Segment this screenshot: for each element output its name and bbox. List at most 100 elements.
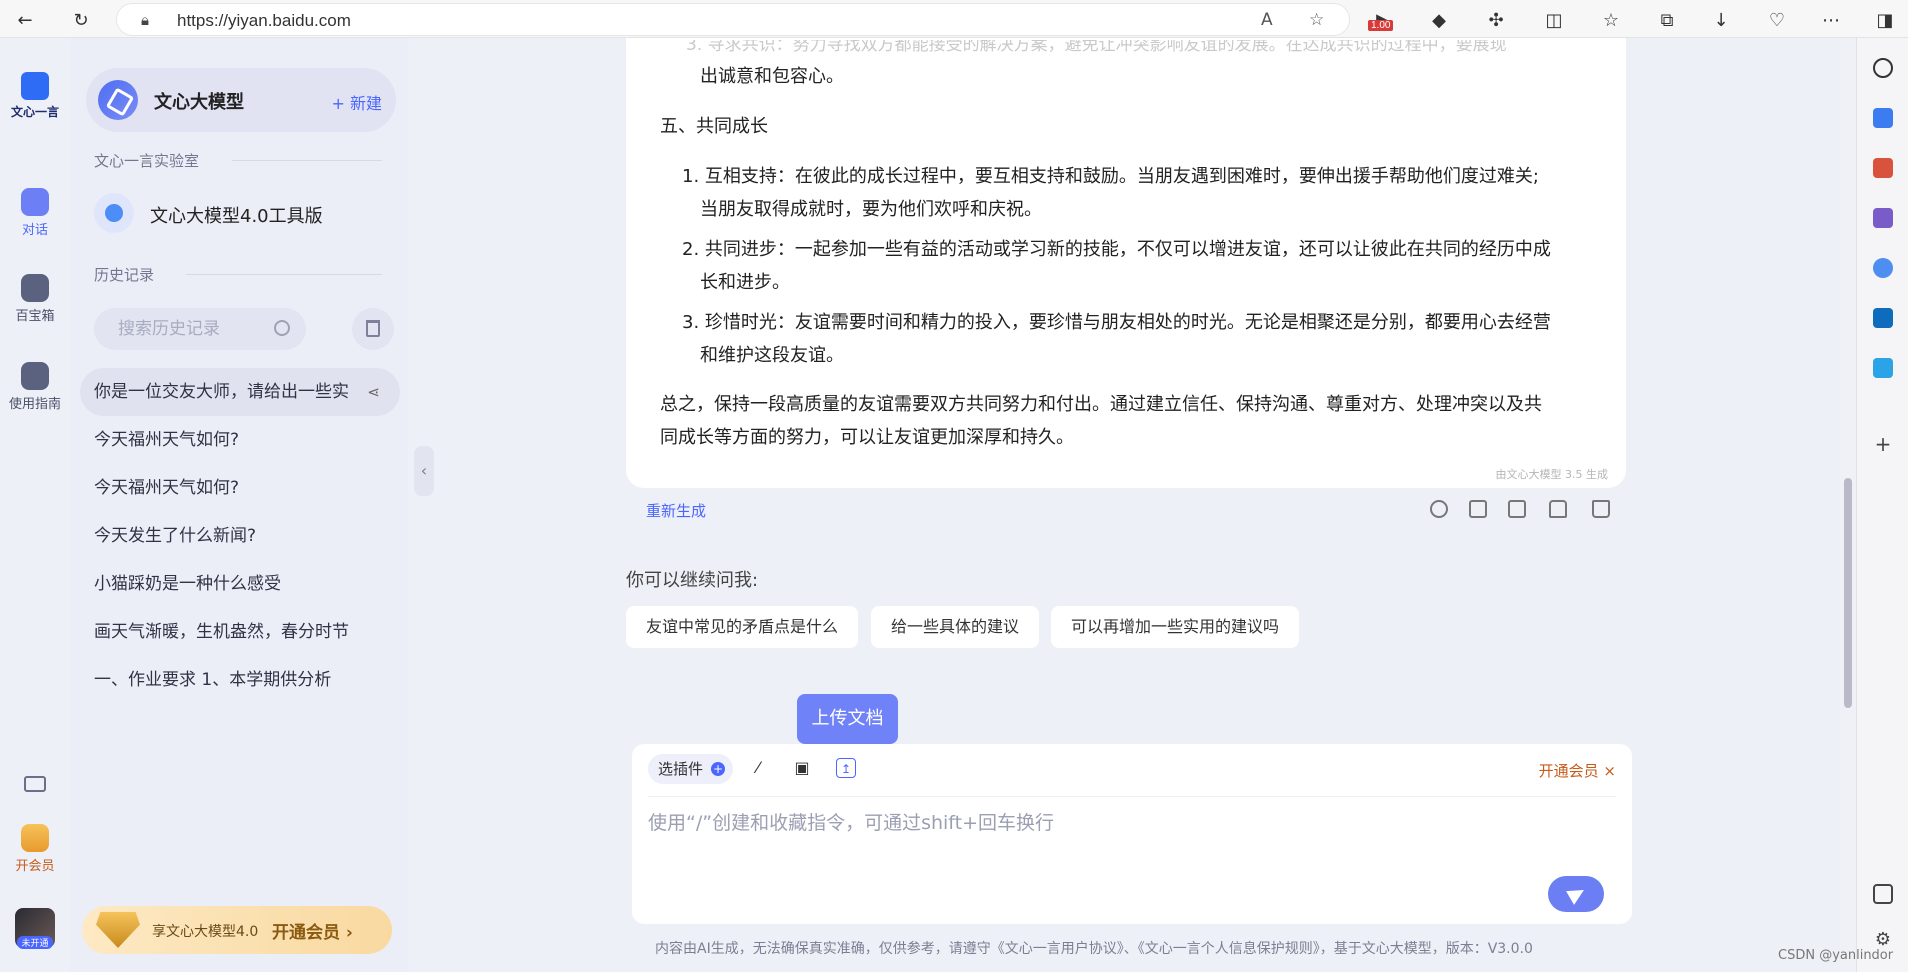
copy-icon[interactable] xyxy=(1508,500,1526,518)
command-icon[interactable]: ⁄ xyxy=(748,758,768,778)
new-chat-button[interactable]: + 新建 xyxy=(332,90,383,114)
upload-doc-icon[interactable]: ↥ xyxy=(836,758,856,778)
collections-icon[interactable]: ⧉ xyxy=(1656,9,1678,31)
answer-card: 3. 寻求共识：努力寻找双方都能接受的解决方案，避免让冲突影响友谊的发展。在达成… xyxy=(626,38,1626,488)
rail-chat[interactable]: 对话 xyxy=(0,188,70,238)
user-avatar[interactable]: 未开通 xyxy=(0,908,70,949)
history-item[interactable]: 今天福州天气如何? xyxy=(80,416,400,464)
history-item[interactable]: 一、作业要求 1、本学期供分析 xyxy=(80,656,400,704)
browser-edge-sidebar: + ⚙ xyxy=(1856,38,1908,972)
games-icon[interactable] xyxy=(1873,208,1893,228)
thumbs-up-icon[interactable] xyxy=(1549,500,1567,518)
toolbox-icon xyxy=(21,274,49,302)
rail-mail[interactable] xyxy=(0,776,70,792)
copilot-icon[interactable] xyxy=(1873,258,1893,278)
shopping-tag-icon[interactable] xyxy=(1873,108,1893,128)
image-export-icon[interactable] xyxy=(1469,500,1487,518)
favorite-star-icon[interactable]: ☆ xyxy=(1309,10,1324,30)
back-icon[interactable]: ← xyxy=(14,9,36,31)
share-icon[interactable] xyxy=(1430,500,1448,518)
tool-logo-icon xyxy=(94,193,134,233)
scroll-thumb[interactable] xyxy=(1844,478,1852,708)
history-item-label: 今天福州天气如何? xyxy=(94,430,240,450)
refresh-icon[interactable]: ↻ xyxy=(70,9,92,31)
favorites-icon[interactable]: ☆ xyxy=(1600,9,1622,31)
history-search[interactable] xyxy=(94,308,306,350)
plus-icon: + xyxy=(711,762,726,776)
guide-icon xyxy=(21,362,49,390)
message-input[interactable] xyxy=(648,808,1548,868)
suggestion-chip[interactable]: 友谊中常见的矛盾点是什么 xyxy=(626,606,859,648)
answer-line: 出诚意和包容心。 xyxy=(700,66,844,87)
history-item-label: 今天发生了什么新闻? xyxy=(94,526,257,546)
extension-icon[interactable]: ◆ xyxy=(1428,9,1450,31)
history-item[interactable]: 你是一位交友大师，请给出一些实 ⋖ xyxy=(80,368,400,416)
settings-gear-icon[interactable]: ⚙ xyxy=(1873,930,1893,950)
answer-line: 当朋友取得成就时，要为他们欢呼和庆祝。 xyxy=(700,199,1042,220)
open-vip-button[interactable]: 开通会员 › xyxy=(272,918,353,943)
history-search-input[interactable] xyxy=(118,317,268,341)
tool-item-wenxin4[interactable]: 文心大模型4.0工具版 xyxy=(94,190,384,236)
read-aloud-icon[interactable]: A xyxy=(1261,10,1273,30)
regenerate-button[interactable]: 重新生成 xyxy=(646,500,706,521)
rail-home-label: 文心一言 xyxy=(10,105,59,119)
collapse-sidebar-handle[interactable]: ‹ xyxy=(414,446,434,496)
vip-promo-banner[interactable]: 享文心大模型4.0 开通会员 › xyxy=(82,906,392,954)
sidebar-toggle-icon[interactable]: ◨ xyxy=(1874,9,1896,31)
address-bar[interactable]: 🔒︎ https://yiyan.baidu.com A ☆ xyxy=(116,3,1350,36)
send-button[interactable] xyxy=(1548,876,1604,912)
history-section-title: 历史记录 xyxy=(94,266,155,284)
history-item-label: 今天福州天气如何? xyxy=(94,478,240,498)
outlook-icon[interactable] xyxy=(1873,308,1893,328)
history-item[interactable]: 今天福州天气如何? xyxy=(80,464,400,512)
add-icon[interactable]: + xyxy=(1873,434,1893,454)
rail-toolbox[interactable]: 百宝箱 xyxy=(0,274,70,324)
rail-chat-label: 对话 xyxy=(21,223,48,238)
history-item-label: 小猫踩奶是一种什么感受 xyxy=(94,574,281,594)
vip-gem-icon xyxy=(21,824,49,852)
suggestion-chip[interactable]: 给一些具体的建议 xyxy=(871,606,1040,648)
puzzle-icon[interactable]: ✣ xyxy=(1485,9,1507,31)
select-plugin-button[interactable]: 选插件 + xyxy=(648,754,734,784)
lock-icon: 🔒︎ xyxy=(141,11,149,29)
answer-summary: 总之，保持一段高质量的友谊需要双方共同努力和付出。通过建立信任、保持沟通、尊重对… xyxy=(660,394,1542,415)
screenshot-icon[interactable] xyxy=(1873,884,1893,904)
image-upload-icon[interactable]: ▣ xyxy=(792,758,812,778)
browser-essentials-icon[interactable]: ♡ xyxy=(1766,9,1788,31)
download-icon[interactable]: ↓ xyxy=(1710,9,1732,31)
answer-line: 和维护这段友谊。 xyxy=(700,345,844,366)
model-name: 文心大模型 xyxy=(154,92,244,113)
share-icon[interactable]: ⋖ xyxy=(367,368,380,416)
tools-icon[interactable] xyxy=(1873,158,1893,178)
vip-gem-icon xyxy=(96,912,140,948)
send-icon[interactable] xyxy=(1873,358,1893,378)
clear-history-button[interactable] xyxy=(352,308,394,350)
history-item[interactable]: 今天发生了什么新闻? xyxy=(80,512,400,560)
search-icon[interactable] xyxy=(1873,58,1893,78)
answer-line: 3. 珍惜时光：友谊需要时间和精力的投入，要珍惜与朋友相处的时光。无论是相聚还是… xyxy=(682,312,1551,333)
suggestions-label: 你可以继续问我: xyxy=(626,570,759,591)
model-card[interactable]: 文心大模型 + 新建 xyxy=(86,68,396,132)
rail-guide[interactable]: 使用指南 xyxy=(0,362,70,412)
page-scrollbar[interactable] xyxy=(1840,38,1856,972)
history-item[interactable]: 小猫踩奶是一种什么感受 xyxy=(80,560,400,608)
mail-icon xyxy=(24,776,46,792)
composer: 选插件 + ⁄ ▣ ↥ 开通会员 × xyxy=(632,744,1632,924)
rail-toolbox-label: 百宝箱 xyxy=(15,309,55,324)
rail-vip[interactable]: 开会员 xyxy=(0,824,70,874)
history-item-label: 画天气渐暖，生机盎然，春分时节 xyxy=(94,622,349,642)
trash-icon xyxy=(366,320,380,337)
wenxin-logo-icon xyxy=(21,72,49,100)
thumbs-down-icon[interactable] xyxy=(1592,500,1610,518)
browser-toolbar: ← ↻ 🔒︎ https://yiyan.baidu.com A ☆ ▶ 1.0… xyxy=(0,0,1908,38)
select-plugin-label: 选插件 xyxy=(658,760,704,778)
more-menu-icon[interactable]: ⋯ xyxy=(1820,9,1842,31)
suggestion-chip[interactable]: 可以再增加一些实用的建议吗 xyxy=(1051,606,1300,648)
rail-home[interactable]: 文心一言 xyxy=(0,72,70,120)
composer-vip-link[interactable]: 开通会员 × xyxy=(1539,760,1616,781)
history-item[interactable]: 画天气渐暖，生机盎然，春分时节 xyxy=(80,608,400,656)
search-icon[interactable] xyxy=(274,320,290,336)
url-text[interactable]: https://yiyan.baidu.com xyxy=(177,11,351,31)
split-screen-icon[interactable]: ◫ xyxy=(1543,9,1565,31)
answer-summary: 同成长等方面的努力，可以让友谊更加深厚和持久。 xyxy=(660,427,1074,448)
